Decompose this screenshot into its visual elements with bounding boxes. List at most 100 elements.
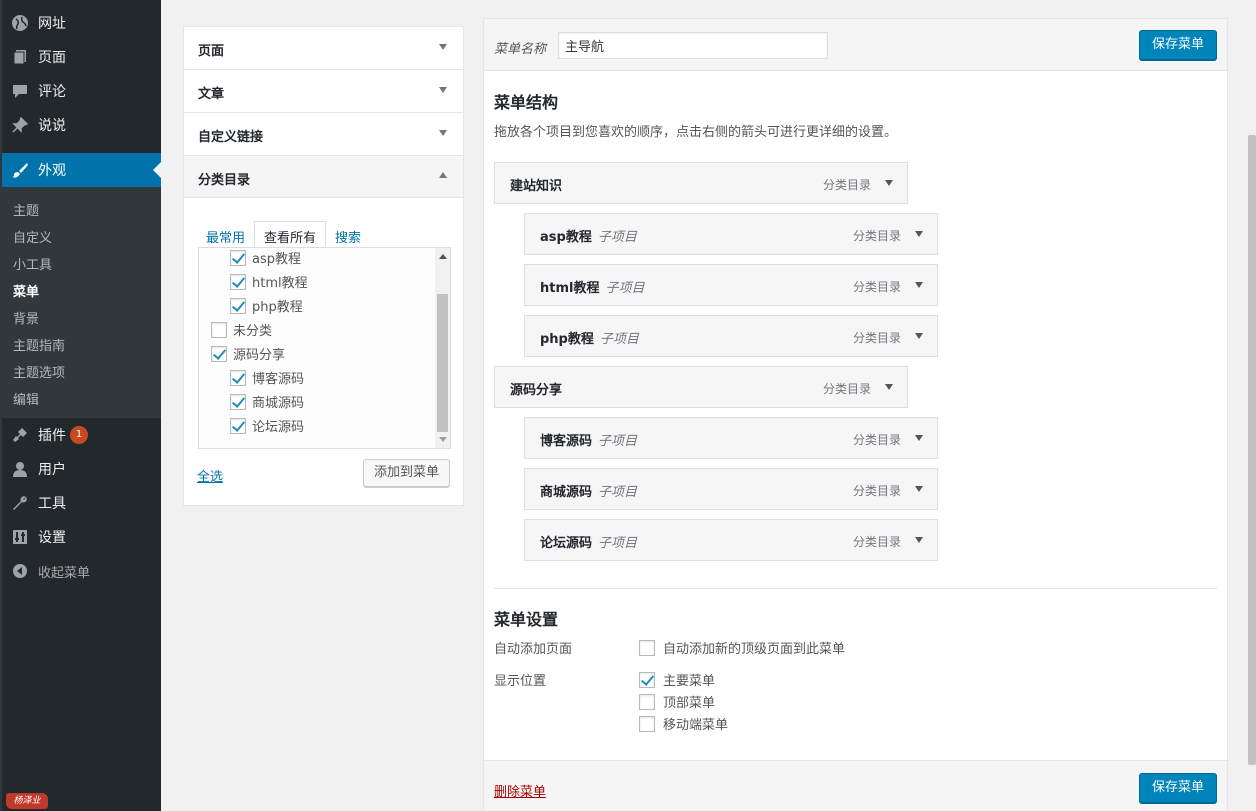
sidebar-item-comments[interactable]: 评论 — [2, 74, 161, 108]
accordion-posts[interactable]: 文章 — [183, 69, 464, 112]
tab-view-all[interactable]: 查看所有 — [254, 221, 327, 247]
category-item[interactable]: php教程 — [230, 296, 303, 315]
sidebar-item-sites[interactable]: 网址 — [2, 6, 161, 40]
sidebar-item-label: 说说 — [38, 118, 66, 134]
category-item[interactable]: 源码分享 — [211, 344, 285, 363]
page-scrollbar[interactable] — [1248, 135, 1256, 765]
accordion-pages[interactable]: 页面 — [183, 26, 464, 69]
checklist-scrollbar[interactable] — [435, 248, 450, 448]
chevron-down-icon[interactable] — [885, 384, 893, 390]
checkbox[interactable] — [230, 297, 246, 314]
menu-item[interactable]: 论坛源码 子项目 分类目录 — [524, 519, 938, 561]
category-item[interactable]: 商城源码 — [230, 392, 304, 411]
category-label: 博客源码 — [252, 372, 305, 387]
tab-search[interactable]: 搜索 — [326, 222, 370, 247]
checkbox[interactable] — [230, 273, 246, 290]
scroll-down-icon[interactable] — [439, 437, 447, 442]
location-option-mobile[interactable]: 移动端菜单 — [639, 714, 728, 733]
chevron-down-icon[interactable] — [915, 537, 923, 543]
accordion-categories[interactable]: 分类目录 — [183, 155, 464, 198]
category-item[interactable]: asp教程 — [230, 248, 301, 267]
category-item[interactable]: 论坛源码 — [230, 416, 304, 435]
category-tabs: 最常用 查看所有 搜索 — [197, 221, 370, 247]
delete-menu-link[interactable]: 删除菜单 — [494, 781, 546, 800]
pin-icon — [11, 116, 29, 134]
checkbox[interactable] — [211, 345, 227, 362]
checkbox[interactable] — [230, 369, 246, 386]
add-to-menu-button[interactable]: 添加到菜单 — [362, 459, 450, 487]
menu-item[interactable]: html教程 子项目 分类目录 — [524, 264, 938, 306]
menu-name-input[interactable] — [558, 32, 828, 59]
auto-add-option[interactable]: 自动添加新的顶级页面到此菜单 — [639, 638, 845, 657]
plugin-icon — [11, 426, 29, 444]
menu-item[interactable]: 源码分享 分类目录 — [494, 366, 908, 408]
sidebar-item-settings[interactable]: 设置 — [2, 520, 161, 554]
sidebar-item-users[interactable]: 用户 — [2, 452, 161, 486]
menu-item-title: 商城源码 子项目 — [540, 485, 638, 500]
category-label: 未分类 — [233, 324, 273, 339]
save-menu-button[interactable]: 保存菜单 — [1139, 30, 1218, 60]
menu-item-type: 分类目录 — [852, 433, 901, 447]
menu-item[interactable]: php教程 子项目 分类目录 — [524, 315, 938, 357]
submenu-item-editor[interactable]: 编辑 — [13, 389, 39, 408]
sidebar-item-label: 用户 — [38, 462, 66, 478]
sidebar-item-plugins[interactable]: 插件 1 — [2, 418, 161, 452]
checkbox[interactable] — [211, 321, 227, 338]
checkbox[interactable] — [639, 693, 655, 710]
chevron-down-icon[interactable] — [915, 231, 923, 237]
select-all-link[interactable]: 全选 — [197, 466, 223, 485]
chevron-down-icon[interactable] — [885, 180, 893, 186]
accordion-custom-links[interactable]: 自定义链接 — [183, 112, 464, 155]
sidebar-item-appearance[interactable]: 外观 — [2, 153, 161, 187]
menu-item-type: 分类目录 — [822, 382, 871, 396]
sidebar-item-label: 评论 — [38, 84, 66, 100]
chevron-down-icon[interactable] — [915, 435, 923, 441]
accordion-title: 分类目录 — [198, 173, 251, 188]
submenu-item-background[interactable]: 背景 — [13, 308, 39, 327]
submenu-item-menus[interactable]: 菜单 — [13, 281, 39, 300]
checkbox[interactable] — [639, 639, 655, 656]
tab-most-used[interactable]: 最常用 — [197, 222, 254, 247]
category-label: asp教程 — [252, 252, 301, 267]
section-divider — [494, 588, 1217, 589]
menu-item[interactable]: 商城源码 子项目 分类目录 — [524, 468, 938, 510]
sidebar-item-pages[interactable]: 页面 — [2, 40, 161, 74]
chevron-down-icon[interactable] — [915, 486, 923, 492]
checkbox[interactable] — [230, 417, 246, 434]
category-item[interactable]: 未分类 — [211, 320, 272, 339]
scroll-up-icon[interactable] — [439, 254, 447, 259]
menu-item-type: 分类目录 — [852, 484, 901, 498]
sidebar-item-tools[interactable]: 工具 — [2, 486, 161, 520]
menu-item[interactable]: asp教程 子项目 分类目录 — [524, 213, 938, 255]
submenu-item-theme-options[interactable]: 主题选项 — [13, 362, 65, 381]
checkbox[interactable] — [230, 393, 246, 410]
sidebar-item-talk[interactable]: 说说 — [2, 108, 161, 142]
accordion-title: 自定义链接 — [198, 130, 264, 145]
appearance-submenu: 主题 自定义 小工具 菜单 背景 主题指南 主题选项 编辑 — [2, 187, 161, 418]
category-item[interactable]: 博客源码 — [230, 368, 304, 387]
scroll-thumb[interactable] — [437, 294, 448, 432]
pages-icon — [11, 48, 29, 66]
collapse-menu-button[interactable]: 收起菜单 — [2, 554, 161, 588]
menu-item[interactable]: 建站知识 分类目录 — [494, 162, 908, 204]
checkbox[interactable] — [639, 715, 655, 732]
sidebar-item-label: 插件 — [38, 428, 66, 444]
menu-item-type: 分类目录 — [852, 280, 901, 294]
location-option-top[interactable]: 顶部菜单 — [639, 692, 715, 711]
chevron-down-icon[interactable] — [915, 333, 923, 339]
submenu-item-theme-guide[interactable]: 主题指南 — [13, 335, 65, 354]
category-label: php教程 — [252, 300, 303, 315]
menu-name-label: 菜单名称 — [494, 42, 547, 57]
menu-item-title: html教程 子项目 — [540, 281, 645, 296]
location-option-primary[interactable]: 主要菜单 — [639, 670, 715, 689]
menu-item[interactable]: 博客源码 子项目 分类目录 — [524, 417, 938, 459]
submenu-item-customize[interactable]: 自定义 — [13, 227, 52, 246]
checkbox[interactable] — [230, 249, 246, 266]
category-item[interactable]: html教程 — [230, 272, 308, 291]
chevron-down-icon[interactable] — [915, 282, 923, 288]
submenu-item-widgets[interactable]: 小工具 — [13, 254, 52, 273]
checkbox[interactable] — [639, 671, 655, 688]
menu-item-title: 源码分享 — [510, 383, 563, 398]
submenu-item-themes[interactable]: 主题 — [13, 200, 39, 219]
save-menu-button-bottom[interactable]: 保存菜单 — [1139, 773, 1218, 803]
